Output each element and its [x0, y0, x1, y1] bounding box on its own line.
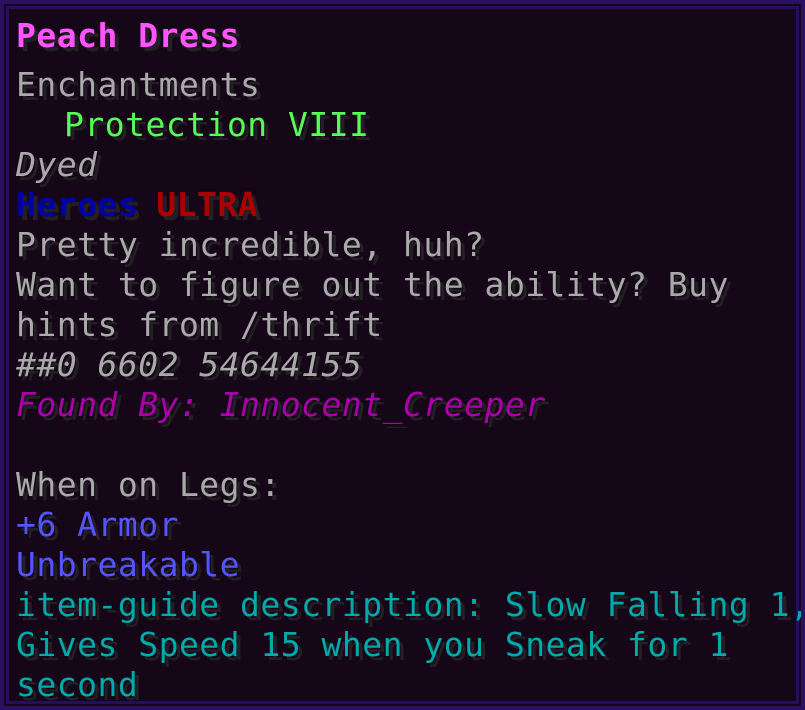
tier-ultra: ULTRA	[156, 185, 259, 224]
unbreakable-label: Unbreakable	[16, 545, 241, 584]
found-by: Found By: Innocent_Creeper	[16, 385, 546, 424]
tier-prefix: Heroes	[16, 185, 139, 224]
tier-line: Heroes ULTRA	[16, 185, 258, 225]
guide-line-3: second	[16, 665, 139, 704]
item-id-code: ##0 6602 54644155	[16, 345, 363, 384]
slot-header: When on Legs:	[16, 465, 281, 504]
guide-line-2: Gives Speed 15 when you Sneak for 1	[16, 625, 729, 664]
item-tooltip: Peach Dress Enchantments Protection VIII…	[0, 0, 805, 710]
guide-line-1: item-guide description: Slow Falling 1,	[16, 585, 805, 624]
dyed-label: Dyed	[16, 145, 98, 184]
lore-line-3: hints from /thrift	[16, 305, 383, 344]
item-name: Peach Dress	[16, 16, 241, 55]
enchantment-protection: Protection VIII	[64, 105, 370, 144]
lore-line-2: Want to figure out the ability? Buy	[16, 265, 729, 304]
lore-line-1: Pretty incredible, huh?	[16, 225, 485, 264]
armor-stat: +6 Armor	[16, 505, 179, 544]
enchantments-header: Enchantments	[16, 65, 261, 104]
